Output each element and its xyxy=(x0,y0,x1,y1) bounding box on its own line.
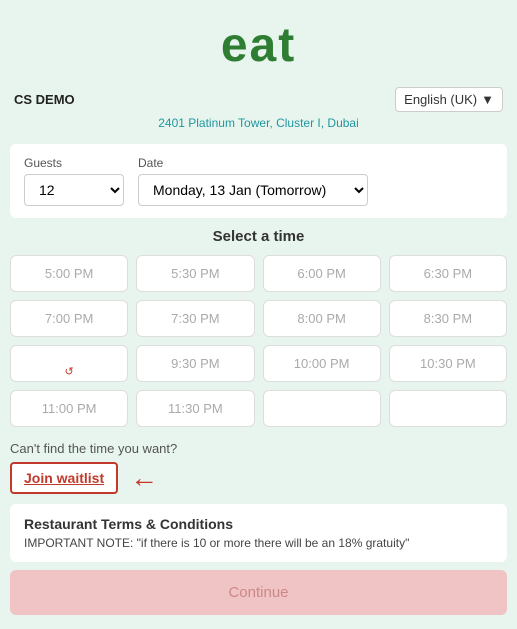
terms-text: IMPORTANT NOTE: "if there is 10 or more … xyxy=(24,536,493,550)
language-selector[interactable]: English (UK) ▼ xyxy=(395,87,503,112)
header: eat xyxy=(0,0,517,81)
terms-section: Restaurant Terms & Conditions IMPORTANT … xyxy=(10,504,507,562)
continue-button[interactable]: Continue xyxy=(10,570,507,615)
time-slot[interactable]: 7:30 PM xyxy=(136,300,254,337)
date-label: Date xyxy=(138,156,368,170)
top-bar: CS DEMO English (UK) ▼ xyxy=(0,81,517,114)
cs-demo-label: CS DEMO xyxy=(14,92,75,107)
time-section-title: Select a time xyxy=(10,228,507,245)
waitlist-section: Can't find the time you want? Join waitl… xyxy=(10,441,507,494)
date-select[interactable]: Monday, 13 Jan (Tomorrow) xyxy=(138,174,368,206)
time-slot[interactable]: 10:00 PM xyxy=(263,345,381,382)
time-slot[interactable]: 11:30 PM xyxy=(136,390,254,427)
guests-select[interactable]: 12 1234 5678 91011 xyxy=(24,174,124,206)
terms-title: Restaurant Terms & Conditions xyxy=(24,516,493,532)
time-slot-empty xyxy=(389,390,507,427)
logo: eat xyxy=(0,18,517,73)
time-slot[interactable]: 8:00 PM xyxy=(263,300,381,337)
time-slot[interactable]: 8:30 PM xyxy=(389,300,507,337)
time-slot[interactable]: 5:00 PM xyxy=(10,255,128,292)
guests-field: Guests 12 1234 5678 91011 xyxy=(24,156,124,206)
time-slot[interactable]: 7:00 PM xyxy=(10,300,128,337)
time-slot-empty xyxy=(263,390,381,427)
time-section: Select a time 5:00 PM 5:30 PM 6:00 PM 6:… xyxy=(10,228,507,427)
time-slot-empty: ↺ xyxy=(10,345,128,382)
date-field: Date Monday, 13 Jan (Tomorrow) xyxy=(138,156,368,206)
arrow-icon: ← xyxy=(130,464,158,492)
cant-find-text: Can't find the time you want? xyxy=(10,441,507,456)
guests-label: Guests xyxy=(24,156,124,170)
waitlist-row: Join waitlist ← xyxy=(10,462,507,494)
refresh-icon: ↺ xyxy=(65,365,74,378)
language-label: English (UK) xyxy=(404,92,477,107)
booking-card: Guests 12 1234 5678 91011 Date Monday, 1… xyxy=(10,144,507,218)
join-waitlist-button[interactable]: Join waitlist xyxy=(10,462,118,494)
chevron-down-icon: ▼ xyxy=(481,92,494,107)
address: 2401 Platinum Tower, Cluster I, Dubai xyxy=(0,114,517,138)
time-grid: 5:00 PM 5:30 PM 6:00 PM 6:30 PM 7:00 PM … xyxy=(10,255,507,427)
time-slot[interactable]: 11:00 PM xyxy=(10,390,128,427)
time-slot[interactable]: 9:30 PM xyxy=(136,345,254,382)
time-slot[interactable]: 10:30 PM xyxy=(389,345,507,382)
time-slot[interactable]: 5:30 PM xyxy=(136,255,254,292)
time-slot[interactable]: 6:30 PM xyxy=(389,255,507,292)
time-slot[interactable]: 6:00 PM xyxy=(263,255,381,292)
